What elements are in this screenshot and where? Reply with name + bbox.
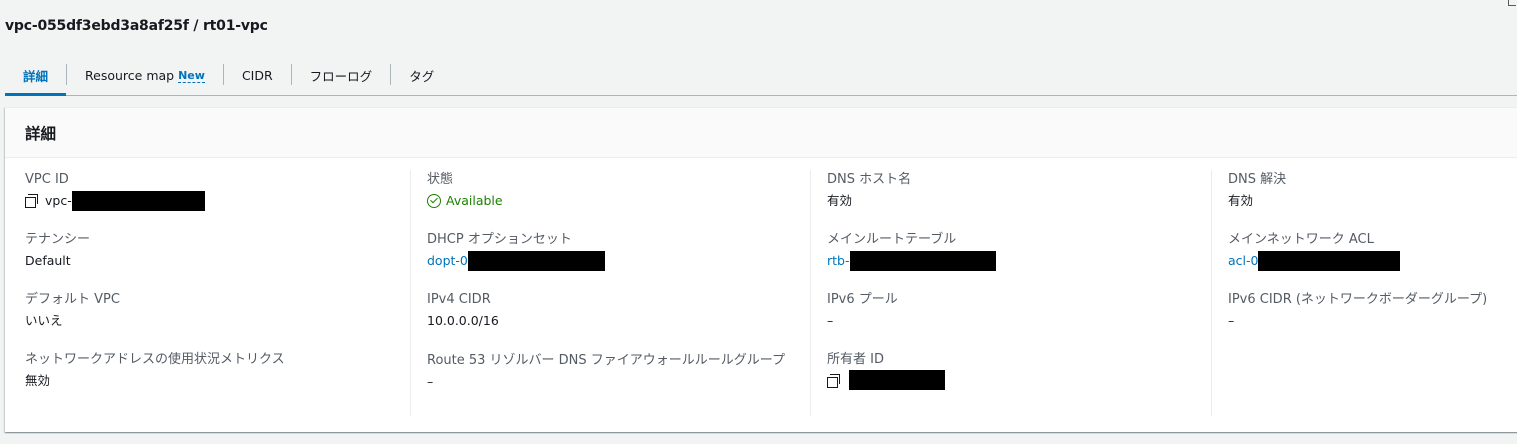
details-column-1: VPC ID vpc- テナンシー Default デフォルト VPC いいえ …	[25, 170, 405, 416]
field-label: IPv4 CIDR	[427, 292, 491, 307]
network-acl-link[interactable]: acl-0	[1228, 250, 1258, 271]
redaction-box	[849, 250, 996, 271]
field-tenancy: テナンシー Default	[25, 230, 405, 290]
field-label: 所有者 ID	[827, 352, 884, 367]
tab-label: CIDR	[241, 68, 273, 83]
tab-label: タグ	[409, 69, 435, 84]
tab-resource-map[interactable]: Resource map New	[67, 56, 223, 95]
tab-label: Resource map	[85, 68, 175, 83]
field-value: –	[427, 374, 434, 389]
tab-label: 詳細	[23, 69, 49, 84]
details-column-2: 状態 Available DHCP オプションセット dopt-0 IPv4 C…	[410, 170, 805, 416]
field-owner-id: 所有者 ID	[827, 350, 1205, 410]
field-dhcp-options: DHCP オプションセット dopt-0	[427, 230, 805, 290]
external-link-icon[interactable]	[1508, 0, 1516, 6]
redaction-box	[71, 190, 205, 211]
field-value: Default	[25, 253, 71, 268]
redaction-box	[849, 370, 945, 390]
field-label: 状態	[427, 172, 454, 187]
field-dns-hostnames: DNS ホスト名 有効	[827, 170, 1205, 230]
route-table-link[interactable]: rtb-	[827, 250, 850, 271]
panel-header: 詳細	[5, 108, 1517, 158]
field-dns-resolution: DNS 解決 有効	[1228, 170, 1517, 230]
field-value: 無効	[25, 373, 51, 388]
field-default-vpc: デフォルト VPC いいえ	[25, 290, 405, 350]
status-text: Available	[446, 193, 503, 208]
status-ok-icon	[427, 193, 441, 208]
field-label: ネットワークアドレスの使用状況メトリクス	[25, 352, 285, 367]
details-column-3: DNS ホスト名 有効 メインルートテーブル rtb- IPv6 プール – 所…	[810, 170, 1205, 416]
field-value: Available	[427, 190, 805, 211]
field-label: メインネットワーク ACL	[1228, 232, 1374, 247]
field-ipv6-cidr: IPv6 CIDR (ネットワークボーダーグループ) –	[1228, 290, 1517, 350]
field-state: 状態 Available	[427, 170, 805, 230]
field-network-metrics: ネットワークアドレスの使用状況メトリクス 無効	[25, 350, 405, 410]
field-label: Route 53 リゾルバー DNS ファイアウォールルールグループ	[427, 353, 786, 368]
panel-title: 詳細	[25, 124, 57, 143]
field-label: IPv6 プール	[827, 292, 898, 307]
field-main-route-table: メインルートテーブル rtb-	[827, 230, 1205, 290]
field-label: VPC ID	[25, 172, 69, 187]
field-value	[827, 370, 1205, 390]
details-panel: 詳細 VPC ID vpc- テナンシー Default デフォルト VPC い…	[5, 107, 1517, 432]
field-ipv6-pool: IPv6 プール –	[827, 290, 1205, 350]
field-ipv4-cidr: IPv4 CIDR 10.0.0.0/16	[427, 290, 805, 350]
field-label: IPv6 CIDR (ネットワークボーダーグループ)	[1228, 292, 1488, 307]
field-value: 10.0.0.0/16	[427, 313, 499, 328]
field-value: vpc-	[25, 190, 405, 211]
vpc-id-value: vpc-	[45, 193, 72, 208]
field-label: DNS ホスト名	[827, 172, 912, 187]
tab-details[interactable]: 詳細	[5, 56, 67, 96]
field-value: acl-0	[1228, 250, 1517, 271]
field-route53-firewall: Route 53 リゾルバー DNS ファイアウォールルールグループ –	[427, 350, 805, 430]
field-value: dopt-0	[427, 250, 805, 271]
dhcp-options-link[interactable]: dopt-0	[427, 250, 468, 271]
field-label: テナンシー	[25, 232, 91, 247]
page-title: vpc-055df3ebd3a8af25f / rt01-vpc	[5, 18, 268, 34]
redaction-box	[1258, 250, 1401, 271]
field-value: 有効	[1228, 193, 1254, 208]
new-badge: New	[178, 68, 205, 83]
tab-flow-logs[interactable]: フローログ	[292, 56, 391, 95]
redaction-box	[467, 250, 605, 271]
field-value: いいえ	[25, 313, 63, 328]
tab-label: フローログ	[309, 69, 373, 84]
tab-tags[interactable]: タグ	[391, 56, 452, 95]
tab-cidr[interactable]: CIDR	[224, 56, 291, 95]
details-grid: VPC ID vpc- テナンシー Default デフォルト VPC いいえ …	[5, 158, 1517, 432]
field-value: rtb-	[827, 250, 1205, 271]
field-label: メインルートテーブル	[827, 232, 957, 247]
field-label: DNS 解決	[1228, 172, 1287, 187]
field-label: DHCP オプションセット	[427, 232, 572, 247]
field-label: デフォルト VPC	[25, 292, 120, 307]
field-value: –	[827, 313, 834, 328]
details-column-4: DNS 解決 有効 メインネットワーク ACL acl-0 IPv6 CIDR …	[1211, 170, 1517, 416]
tab-bar: 詳細 Resource map New CIDR フローログ タグ	[5, 56, 1517, 96]
field-value: –	[1228, 313, 1235, 328]
copy-icon[interactable]	[827, 373, 840, 388]
field-vpc-id: VPC ID vpc-	[25, 170, 405, 230]
field-value: 有効	[827, 193, 853, 208]
copy-icon[interactable]	[25, 194, 38, 208]
field-main-network-acl: メインネットワーク ACL acl-0	[1228, 230, 1517, 290]
